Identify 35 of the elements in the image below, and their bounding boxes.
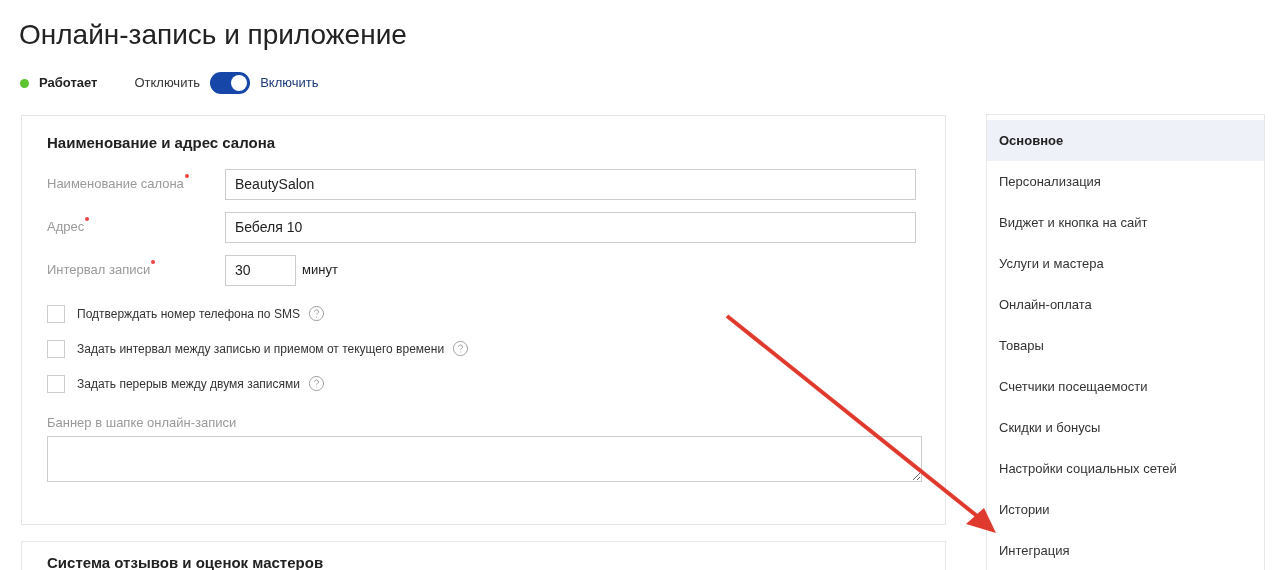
- menu-item[interactable]: Интеграция: [987, 530, 1264, 570]
- help-icon[interactable]: [308, 375, 325, 392]
- menu-item[interactable]: Скидки и бонусы: [987, 407, 1264, 448]
- text-field[interactable]: Бебеля 10: [225, 211, 916, 243]
- menu-item[interactable]: Истории: [987, 489, 1264, 530]
- help-icon[interactable]: [307, 305, 325, 322]
- menu-item[interactable]: Товары: [987, 325, 1264, 366]
- menu-item[interactable]: Основное: [987, 120, 1264, 161]
- checkbox-label: Задать перерыв между двумя записями: [77, 375, 300, 393]
- help-icon[interactable]: [452, 340, 470, 357]
- checkbox[interactable]: [47, 374, 65, 393]
- toggle-switch[interactable]: [210, 72, 251, 94]
- checkbox[interactable]: [47, 339, 65, 358]
- off-label: Отключить: [134, 74, 201, 93]
- card-title: Наименование и адрес салона: [47, 133, 277, 153]
- menu-item[interactable]: Настройки социальных сетей: [987, 448, 1264, 489]
- field-label: Интервал записи: [47, 261, 151, 280]
- on-label: Включить: [260, 74, 319, 93]
- menu-item[interactable]: Онлайн-оплата: [987, 284, 1264, 325]
- checkbox-label: Подтверждать номер телефона по SMS: [77, 305, 300, 323]
- unit-label: минут: [302, 261, 338, 280]
- menu-item[interactable]: Виджет и кнопка на сайт: [987, 202, 1264, 243]
- status-label: Работает: [39, 74, 98, 93]
- banner-textarea[interactable]: [47, 436, 922, 482]
- number-field[interactable]: 30: [225, 254, 296, 286]
- field-label: Наименование салона: [47, 175, 184, 194]
- field-label: Баннер в шапке онлайн-записи: [47, 413, 238, 432]
- page-title: Онлайн-запись и приложение: [19, 18, 407, 52]
- field-label: Адрес: [47, 218, 85, 237]
- menu-item[interactable]: Счетчики посещаемости: [987, 366, 1264, 407]
- checkbox[interactable]: [47, 304, 65, 323]
- menu-item[interactable]: Услуги и мастера: [987, 243, 1264, 284]
- text-field[interactable]: BeautySalon: [225, 168, 916, 200]
- checkbox-label: Задать интервал между записью и приемом от текущего времени: [77, 340, 445, 358]
- menu-item[interactable]: Персонализация: [987, 161, 1264, 202]
